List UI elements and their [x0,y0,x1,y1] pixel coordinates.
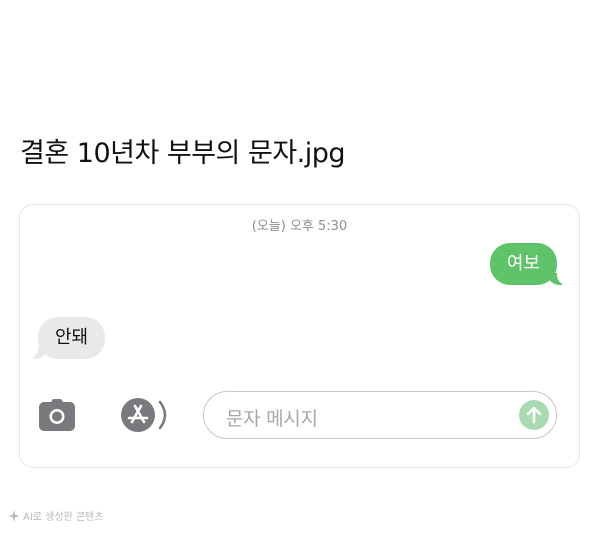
send-button[interactable] [519,400,549,430]
received-message-bubble[interactable]: 안돼 [26,317,106,359]
ai-content-watermark: AI로 생성한 콘텐츠 [8,508,104,523]
camera-icon [39,399,75,431]
post-title: 결혼 10년차 부부의 문자.jpg [20,138,346,169]
app-store-icon [121,398,167,432]
received-message-text: 안돼 [55,327,89,348]
ai-content-watermark-text: AI로 생성한 콘텐츠 [23,512,104,523]
message-input[interactable]: 문자 메시지 [203,391,557,439]
message-input-placeholder: 문자 메시지 [226,408,318,430]
message-screenshot-card: (오늘) 오후 5:30 여보 안돼 문자 메시지 [19,204,580,468]
ai-sparkle-icon [8,509,20,522]
message-timestamp: (오늘) 오후 5:30 [251,219,348,234]
arrow-up-icon [526,406,542,424]
sent-message-bubble[interactable]: 여보 [489,243,569,285]
app-store-button[interactable] [120,397,176,433]
sent-message-text: 여보 [506,253,540,274]
camera-button[interactable] [39,398,75,432]
